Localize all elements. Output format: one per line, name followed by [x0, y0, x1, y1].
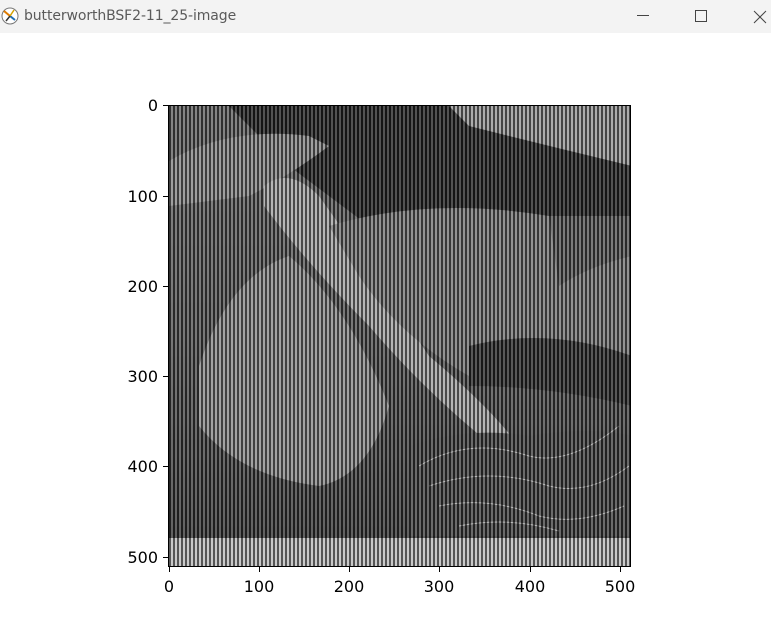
- y-tick-label: 300: [127, 367, 158, 386]
- y-tick: [163, 286, 168, 287]
- y-tick-label: 500: [127, 548, 158, 567]
- y-tick: [163, 466, 168, 467]
- maximize-icon: [695, 10, 707, 22]
- x-tick: [169, 567, 170, 572]
- x-tick: [349, 567, 350, 572]
- y-tick: [163, 105, 168, 106]
- x-tick-label: 500: [604, 577, 636, 596]
- minimize-button[interactable]: [620, 0, 666, 33]
- y-tick: [163, 557, 168, 558]
- close-button[interactable]: [736, 0, 771, 33]
- image-plot-area: [168, 105, 631, 567]
- x-tick: [439, 567, 440, 572]
- filtered-grayscale-image: [169, 106, 630, 566]
- x-tick: [530, 567, 531, 572]
- x-tick-label: 400: [514, 577, 546, 596]
- y-tick: [163, 376, 168, 377]
- close-icon: [753, 10, 767, 24]
- x-tick-label: 200: [333, 577, 365, 596]
- window-title: butterworthBSF2-11_25-image: [24, 8, 237, 24]
- minimize-icon: [637, 15, 649, 16]
- y-tick-label: 200: [127, 277, 158, 296]
- x-tick-label: 0: [163, 577, 175, 596]
- maximize-button[interactable]: [678, 0, 724, 33]
- x-tick: [620, 567, 621, 572]
- y-tick-label: 400: [127, 457, 158, 476]
- x-tick-label: 100: [243, 577, 275, 596]
- window-titlebar: butterworthBSF2-11_25-image: [0, 0, 771, 33]
- y-tick-label: 100: [127, 187, 158, 206]
- x-tick: [259, 567, 260, 572]
- y-tick: [163, 196, 168, 197]
- x-tick-label: 300: [423, 577, 455, 596]
- matplotlib-figure-icon: [1, 7, 19, 25]
- y-tick-label: 0: [147, 96, 158, 115]
